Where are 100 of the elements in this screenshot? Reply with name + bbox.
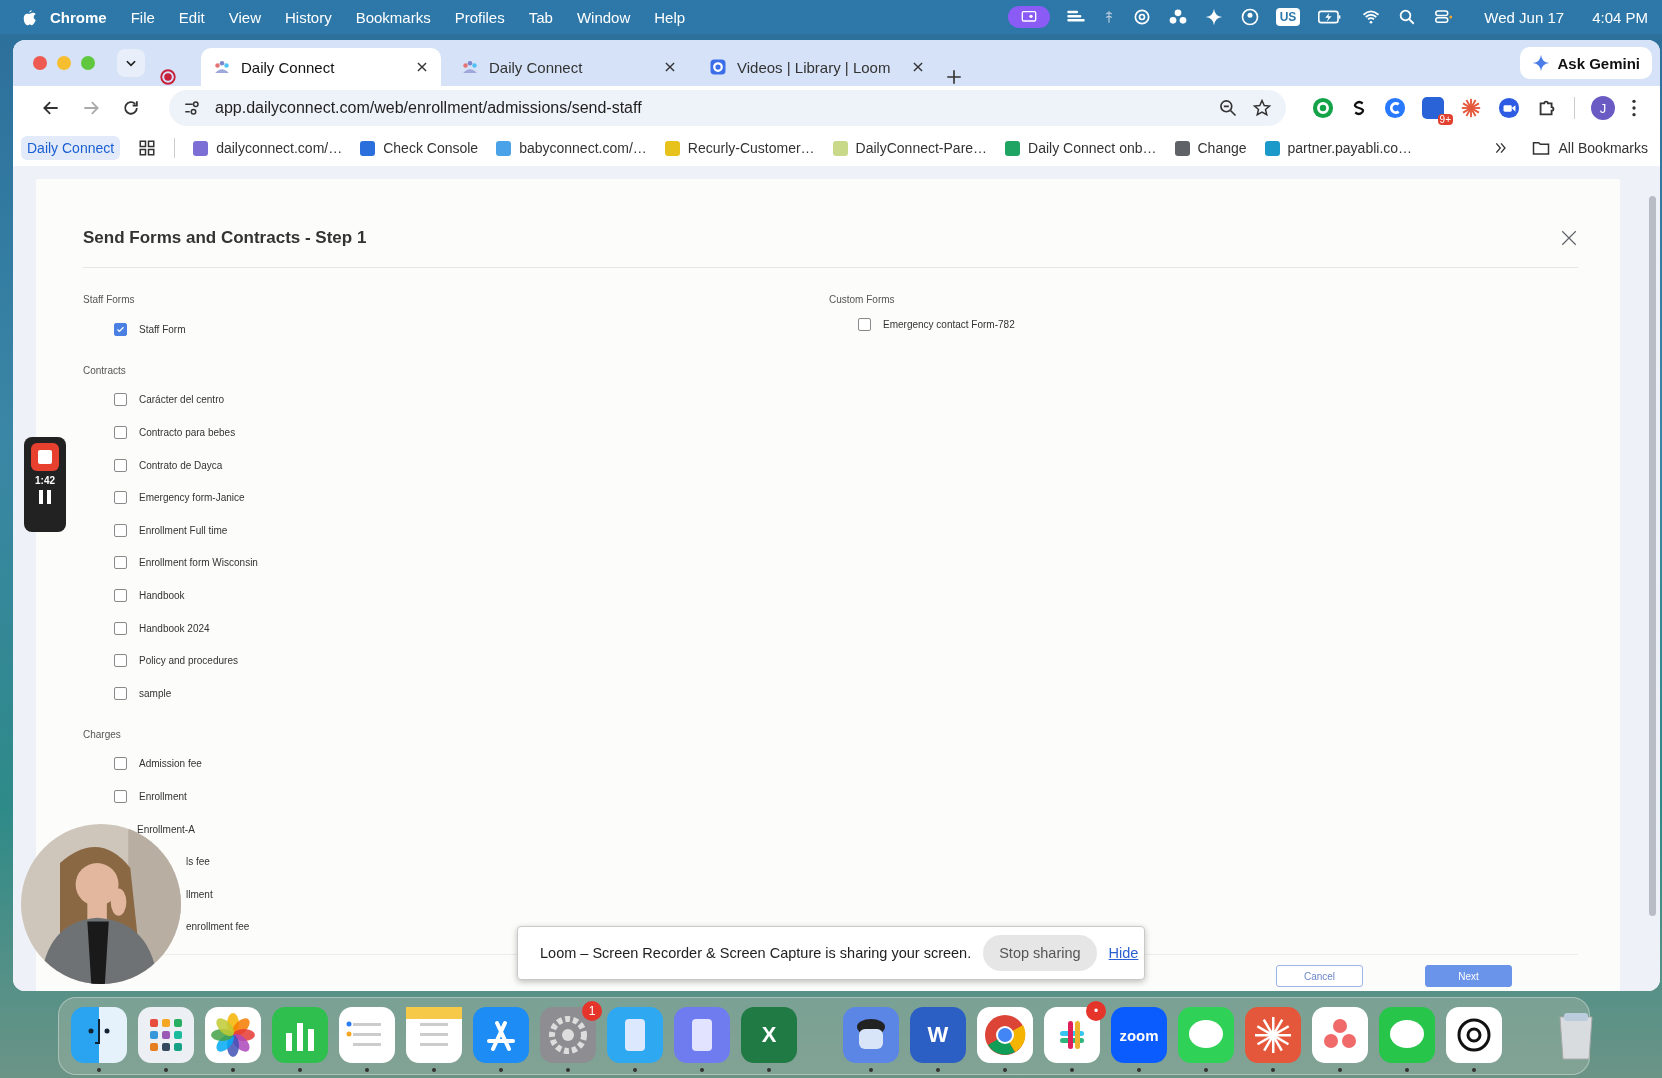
close-icon[interactable] xyxy=(663,60,677,74)
checkbox[interactable] xyxy=(114,686,127,700)
menubar-menu[interactable]: Help xyxy=(642,8,698,26)
notification-badge: • xyxy=(1086,1001,1106,1021)
checkbox[interactable] xyxy=(114,789,127,803)
checkbox[interactable] xyxy=(114,458,127,472)
apps-grid-icon[interactable] xyxy=(138,139,157,157)
checkbox-label: Enrollment xyxy=(139,790,187,802)
menubar-menu[interactable]: Profiles xyxy=(442,8,517,26)
record-icon xyxy=(159,68,177,86)
chat-app-icon[interactable] xyxy=(1178,1007,1234,1063)
bookmark-link[interactable]: Daily Connect onb… xyxy=(1005,140,1157,156)
finder-app-icon[interactable] xyxy=(71,1007,127,1063)
spreadsheet-app-icon[interactable]: X xyxy=(741,1007,797,1063)
close-icon[interactable] xyxy=(415,60,429,74)
screen-share-icon[interactable] xyxy=(1007,6,1050,28)
next-button[interactable]: Next xyxy=(1425,965,1512,987)
more-icon[interactable] xyxy=(1631,98,1637,118)
checkbox[interactable] xyxy=(114,322,127,336)
reload-icon[interactable] xyxy=(121,98,141,118)
new-tab-icon[interactable] xyxy=(945,68,963,86)
dots-icon[interactable] xyxy=(1167,7,1188,27)
stop-sharing-button[interactable]: Stop sharing xyxy=(983,935,1097,971)
menubar-menu[interactable]: History xyxy=(272,8,344,26)
close-icon[interactable] xyxy=(911,60,925,74)
grid-app-icon[interactable] xyxy=(138,1007,194,1063)
checkbox[interactable] xyxy=(114,393,127,407)
checkbox-label: Handbook xyxy=(139,589,185,601)
window-close-control[interactable] xyxy=(33,56,47,70)
g-circle-icon[interactable] xyxy=(1312,97,1334,119)
address-bar[interactable]: app.dailyconnect.com/web/enrollment/admissions/send-staff xyxy=(169,90,1286,126)
keyboard-layout[interactable]: US xyxy=(1275,8,1301,26)
menubar-app-name[interactable]: Chrome xyxy=(38,8,119,26)
checkbox[interactable] xyxy=(114,621,127,635)
running-indicator xyxy=(365,1068,369,1072)
cancel-button[interactable]: Cancel xyxy=(1276,965,1363,987)
bookmark-link[interactable]: partner.payabli.co… xyxy=(1264,140,1413,156)
browser-tab[interactable]: Videos | Library | Loom xyxy=(697,48,937,86)
checkbox[interactable] xyxy=(114,491,127,505)
menubar-time[interactable]: 4:04 PM xyxy=(1592,8,1648,26)
menubar-menu[interactable]: View xyxy=(216,8,273,26)
notepad-app-icon[interactable] xyxy=(406,1007,462,1063)
menubar-menu[interactable]: Window xyxy=(564,8,643,26)
bookmark-link[interactable]: Check Console xyxy=(360,140,479,156)
people-favicon-icon xyxy=(461,58,479,76)
menubar-menu[interactable]: Bookmarks xyxy=(343,8,443,26)
all-bookmarks-button[interactable]: All Bookmarks xyxy=(1530,139,1648,157)
knot-app-icon[interactable] xyxy=(1446,1007,1502,1063)
menubar-menu[interactable]: Edit xyxy=(166,8,217,26)
flower-app-icon[interactable] xyxy=(205,1007,261,1063)
stop-recording-button[interactable] xyxy=(31,443,59,471)
user-icon[interactable] xyxy=(1239,7,1260,27)
burst-icon[interactable] xyxy=(1460,97,1482,119)
gear-app-icon[interactable] xyxy=(540,1007,596,1063)
video-app-icon[interactable]: zoom xyxy=(1111,1007,1167,1063)
document-app-icon[interactable]: W xyxy=(910,1007,966,1063)
pause-button[interactable] xyxy=(39,490,51,507)
bookmark-link[interactable]: Recurly-Customer… xyxy=(664,140,815,156)
browser-tab[interactable]: Daily Connect xyxy=(201,48,441,86)
bookmark-chip[interactable]: Daily Connect xyxy=(21,136,121,160)
section-label: Staff Forms xyxy=(83,294,135,305)
checkbox-label: Enrollment Full time xyxy=(139,524,228,536)
browser-tab[interactable]: Daily Connect xyxy=(449,48,689,86)
browser-app-icon[interactable] xyxy=(977,1007,1033,1063)
checkbox[interactable] xyxy=(858,317,871,331)
bookmark-link[interactable]: Change xyxy=(1174,140,1247,156)
three-dots-app-icon[interactable] xyxy=(1312,1007,1368,1063)
menubar-menu[interactable]: File xyxy=(118,8,167,26)
ask-gemini-button[interactable]: Ask Gemini xyxy=(1520,47,1652,79)
close-icon[interactable] xyxy=(1560,229,1578,247)
scrollbar[interactable] xyxy=(1649,196,1656,916)
sharing-message: Loom – Screen Recorder & Screen Capture is sharing your screen. xyxy=(540,945,972,961)
list-app-icon[interactable] xyxy=(339,1007,395,1063)
checkbox[interactable] xyxy=(114,588,127,602)
menubar-date[interactable]: Wed Jun 17 xyxy=(1472,8,1577,26)
phone-app-icon[interactable] xyxy=(674,1007,730,1063)
c-circle-icon[interactable] xyxy=(1384,97,1406,119)
hash-app-icon[interactable] xyxy=(1044,1007,1100,1063)
checkbox[interactable] xyxy=(114,556,127,570)
hide-link[interactable]: Hide xyxy=(1108,945,1139,961)
bookmark-link[interactable]: DailyConnect-Pare… xyxy=(832,140,988,156)
store-app-icon[interactable] xyxy=(473,1007,529,1063)
running-indicator xyxy=(164,1068,168,1072)
checkbox[interactable] xyxy=(114,757,127,771)
profile-avatar[interactable]: J xyxy=(1591,96,1615,120)
running-indicator xyxy=(298,1068,302,1072)
bar-chart-app-icon[interactable] xyxy=(272,1007,328,1063)
scope-app-icon[interactable] xyxy=(843,1007,899,1063)
checkbox[interactable] xyxy=(114,426,127,439)
bookmark-link[interactable]: babyconnect.com/… xyxy=(496,140,647,156)
phone-chat-app-icon[interactable] xyxy=(1379,1007,1435,1063)
search-icon[interactable] xyxy=(1398,8,1417,26)
burst-app-icon[interactable] xyxy=(1245,1007,1301,1063)
bookmark-link[interactable]: dailyconnect.com/… xyxy=(193,140,343,156)
checkbox[interactable] xyxy=(114,654,127,668)
video-extension-icon[interactable] xyxy=(1498,97,1520,119)
checkbox[interactable] xyxy=(114,523,127,537)
tab-search-button[interactable] xyxy=(117,49,145,77)
windows-app-icon[interactable] xyxy=(607,1007,663,1063)
menubar-menu[interactable]: Tab xyxy=(516,8,565,26)
